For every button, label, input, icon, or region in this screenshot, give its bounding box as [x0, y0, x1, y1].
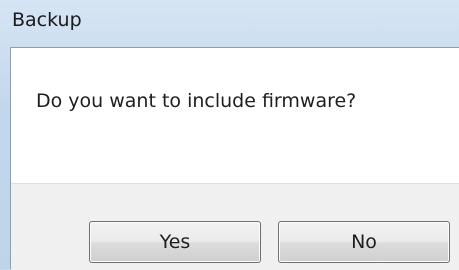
dialog-content: Do you want to include firmware? Yes No — [10, 47, 459, 270]
title-bar[interactable]: Backup — [0, 0, 459, 46]
dialog-window: Backup Do you want to include firmware? … — [0, 0, 459, 270]
window-title: Backup — [12, 9, 82, 31]
dialog-message: Do you want to include firmware? — [36, 90, 357, 112]
no-button[interactable]: No — [278, 221, 450, 263]
yes-button[interactable]: Yes — [89, 221, 261, 263]
button-area: Yes No — [11, 183, 459, 270]
